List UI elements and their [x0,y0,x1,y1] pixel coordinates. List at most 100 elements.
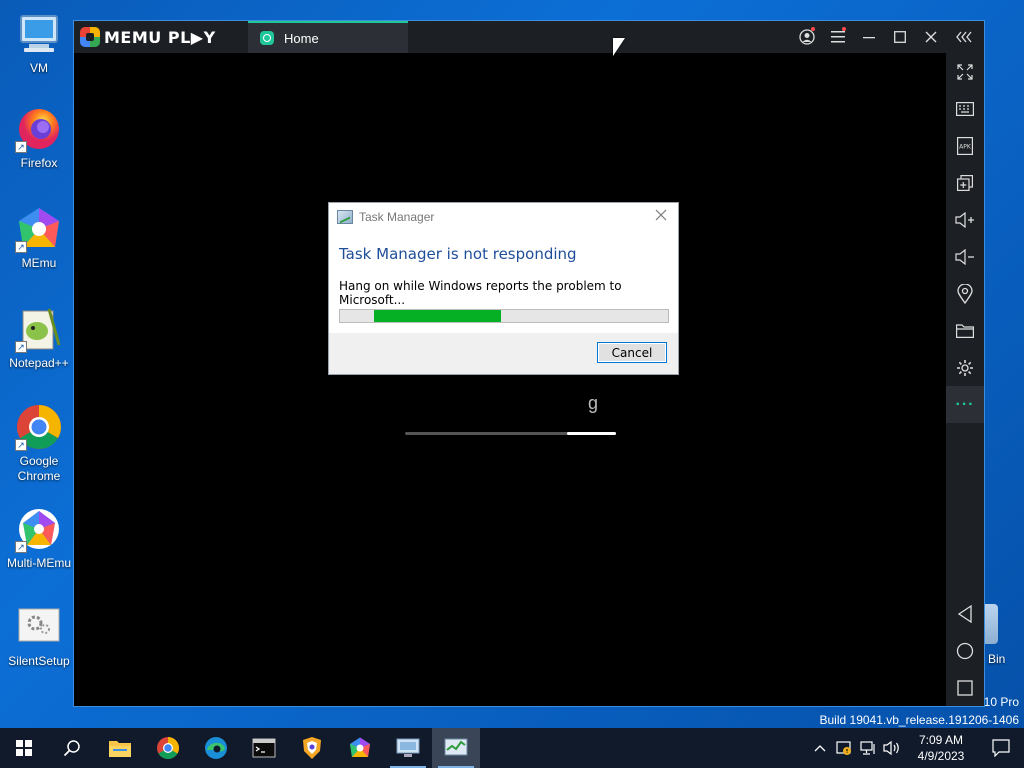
file-explorer-icon [109,741,131,757]
volume-up-button[interactable] [946,201,984,238]
close-icon [655,209,667,221]
taskbar: 7:09 AM 4/9/2023 [0,728,1024,768]
close-button[interactable] [915,21,946,53]
windows-edition-watermark: 10 Pro [983,695,1019,709]
notepadpp-icon: ↗ [15,305,63,353]
collapse-sidebar-button[interactable] [946,21,984,53]
desktop-icon-vm[interactable]: VM [2,10,76,76]
desktop-icon-memu[interactable]: ↗ MEmu [2,205,76,271]
back-button[interactable] [946,595,984,632]
security-warning-icon [836,741,851,755]
shortcut-arrow-icon: ↗ [15,541,27,553]
multi-window-button[interactable] [946,164,984,201]
shared-folder-button[interactable] [946,312,984,349]
shortcut-arrow-icon: ↗ [15,341,27,353]
close-icon [925,31,936,43]
keyboard-icon [956,101,974,116]
system-tray: 7:09 AM 4/9/2023 [808,728,1024,768]
memu-logo-text: MEMU PL▶Y [104,27,216,47]
desktop-icon-notepadpp[interactable]: ↗ Notepad++ [2,305,76,371]
maximize-icon [893,31,906,43]
memu-sidebar: APK ··· [946,53,984,706]
clock-time: 7:09 AM [918,733,964,747]
desktop-icon-label: VM [30,61,48,75]
hamburger-icon [830,31,845,43]
memu-icon: ↗ [15,205,63,253]
taskbar-brave[interactable] [288,728,336,768]
report-progress-bar [339,309,669,323]
shortcut-arrow-icon: ↗ [15,241,27,253]
recycle-bin-icon[interactable] [984,604,998,644]
task-manager-icon [337,210,353,224]
taskbar-task-manager[interactable] [432,728,480,768]
show-hidden-icons-button[interactable] [808,728,832,768]
chrome-icon: ↗ [15,403,63,451]
taskbar-terminal[interactable] [240,728,288,768]
menu-button[interactable] [822,21,853,53]
taskbar-memu[interactable] [336,728,384,768]
desktop-icon-firefox[interactable]: ↗ Firefox [2,105,76,171]
settings-icon [957,359,973,376]
action-center-button[interactable] [978,728,1024,768]
report-progress-segment [374,310,501,322]
fullscreen-icon [957,63,973,80]
dialog-title: Task Manager [359,210,435,224]
clock-date: 4/9/2023 [917,749,965,763]
minimize-button[interactable] [853,21,884,53]
fullscreen-button[interactable] [946,53,984,90]
tab-home[interactable]: Home [248,21,408,53]
volume-down-button[interactable] [946,238,984,275]
apk-button[interactable]: APK [946,127,984,164]
back-icon [957,604,972,623]
brave-icon [303,737,321,759]
location-button[interactable] [946,275,984,312]
more-button[interactable]: ··· [946,386,984,423]
chevrons-left-icon [956,31,972,43]
account-icon [798,29,815,45]
chrome-icon [157,737,179,759]
memu-titlebar[interactable]: MEMU PL▶Y Home [74,21,984,53]
taskbar-remote-desktop[interactable] [384,728,432,768]
android-screen[interactable]: g [74,53,946,706]
volume-button[interactable] [880,728,904,768]
volume-down-icon [955,248,974,265]
settings-button[interactable] [946,349,984,386]
keyboard-button[interactable] [946,90,984,127]
notification-icon [992,739,1010,757]
tray-app-button[interactable] [832,728,856,768]
desktop-icon-label: Firefox [20,156,58,170]
speaker-icon [883,740,899,756]
network-icon [860,741,875,755]
taskbar-chrome[interactable] [144,728,192,768]
memu-icon [350,737,370,757]
recycle-bin-label: Bin [988,652,1006,666]
clock[interactable]: 7:09 AM 4/9/2023 [904,732,978,764]
network-button[interactable] [856,728,880,768]
home-tab-icon [260,31,274,45]
notification-dot [811,27,815,31]
computer-icon [15,10,63,58]
desktop-icon-label: SilentSetup [8,654,70,668]
loading-progress-fill [567,432,616,435]
desktop-icon-multi-memu[interactable]: ↗ Multi-MEmu [2,505,76,571]
home-button[interactable] [946,632,984,669]
chevron-up-icon [814,745,826,752]
recents-button[interactable] [946,669,984,706]
cancel-button[interactable]: Cancel [597,342,667,363]
memu-logo: MEMU PL▶Y [74,21,248,53]
desktop-icon-chrome[interactable]: ↗ Google Chrome [2,403,76,484]
maximize-button[interactable] [884,21,915,53]
start-button[interactable] [0,728,48,768]
volume-up-icon [955,211,974,228]
task-manager-not-responding-dialog: Task Manager Task Manager is not respond… [328,202,679,375]
desktop-icon-label: Notepad++ [9,356,69,370]
search-button[interactable] [48,728,96,768]
dialog-close-button[interactable] [652,208,670,226]
dialog-message: Hang on while Windows reports the proble… [339,279,622,307]
taskbar-edge[interactable] [192,728,240,768]
account-button[interactable] [791,21,822,53]
dialog-titlebar[interactable]: Task Manager [329,203,678,231]
multi-memu-icon: ↗ [15,505,63,553]
taskbar-file-explorer[interactable] [96,728,144,768]
desktop-icon-silentsetup[interactable]: SilentSetup [2,603,76,669]
